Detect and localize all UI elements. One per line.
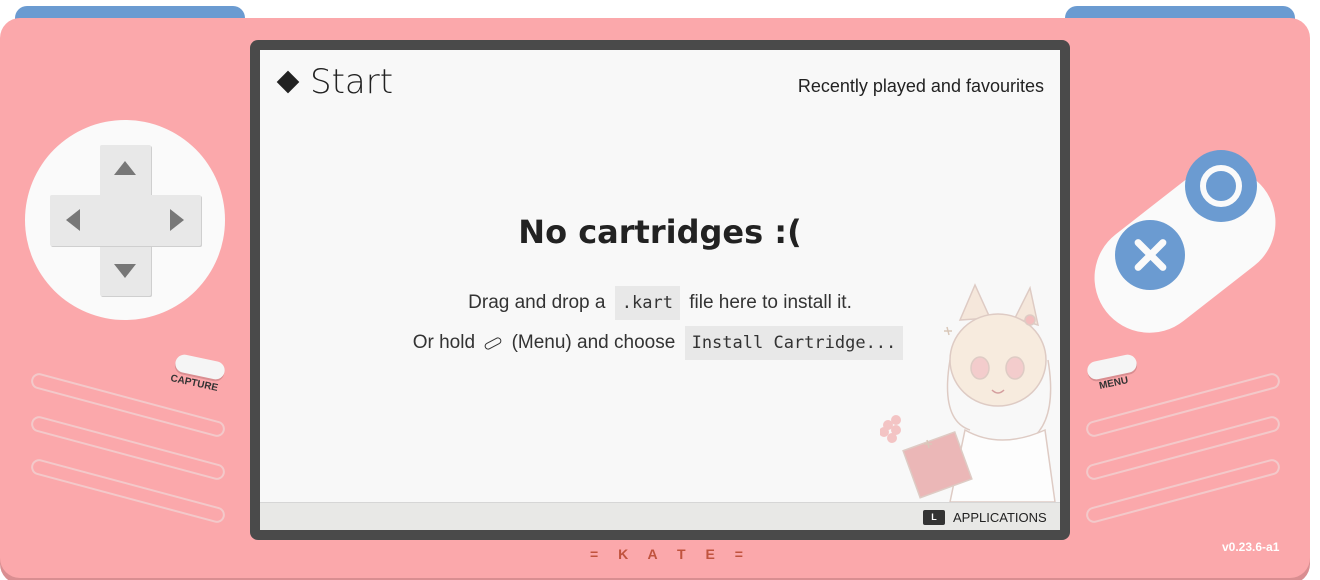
line2-mid-text: (Menu) and choose: [511, 332, 676, 354]
kart-extension-code: .kart: [614, 286, 680, 320]
ok-button-icon[interactable]: [1185, 150, 1257, 222]
empty-state-title: No cartridges :(: [518, 213, 802, 251]
mascot-illustration: [880, 283, 1056, 502]
dpad-up-icon[interactable]: [114, 161, 136, 175]
brand-logo: = K A T E =: [590, 546, 751, 562]
dpad-right-icon[interactable]: [170, 209, 184, 231]
version-label: v0.23.6-a1: [1222, 540, 1280, 554]
page-title: Start: [276, 62, 393, 102]
page-subtitle: Recently played and favourites: [797, 76, 1044, 96]
line1-pre-text: Drag and drop a: [468, 292, 606, 314]
page-title-text: Start: [310, 62, 394, 102]
line1-post-text: file here to install it.: [689, 292, 852, 314]
dpad-left-icon[interactable]: [66, 209, 80, 231]
screen-footer: L APPLICATIONS: [260, 502, 1060, 530]
line2-pre-text: Or hold: [412, 332, 476, 354]
diamond-icon: [276, 70, 300, 94]
applications-button[interactable]: APPLICATIONS: [953, 510, 1047, 525]
dpad-down-icon[interactable]: [114, 264, 136, 278]
menu-pill-icon: [483, 335, 503, 351]
l-key-badge: L: [923, 510, 945, 525]
screen: Start Recently played and favourites No …: [260, 50, 1060, 530]
cancel-button-icon[interactable]: [1115, 220, 1185, 290]
install-cartridge-code: Install Cartridge...: [684, 326, 904, 360]
